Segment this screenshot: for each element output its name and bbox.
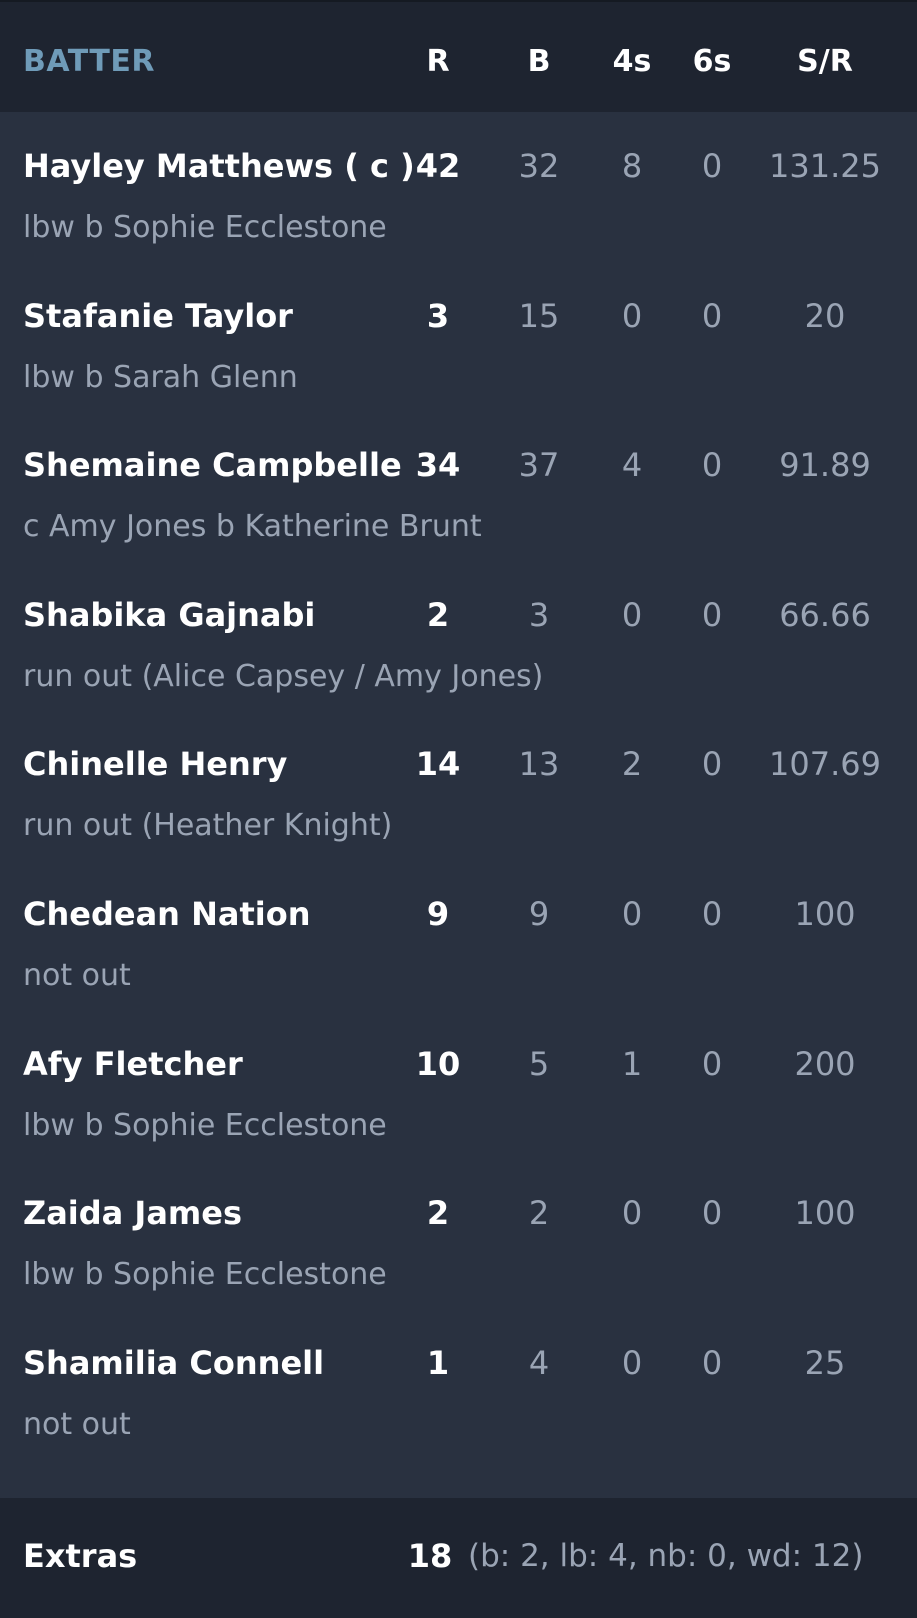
fours-column-header: 4s [612,44,652,79]
runs-value: 2 [426,1194,450,1233]
balls-value: 32 [518,147,560,185]
batter-name[interactable]: Chedean Nation [23,894,311,934]
runs-value: 42 [415,147,461,185]
extras-breakdown: (b: 2, lb: 4, nb: 0, wd: 12) [468,1538,864,1574]
runs-value: 3 [426,296,450,335]
dismissal-text: run out (Alice Capsey / Amy Jones) [23,658,544,694]
balls-value: 2 [528,1194,550,1233]
batter-column-header: BATTER [23,44,155,79]
batter-row[interactable]: Stafanie Taylor lbw b Sarah Glenn 3 15 0… [0,262,917,412]
balls-value: 4 [528,1343,550,1382]
dismissal-text: lbw b Sarah Glenn [23,359,298,395]
sixes-value: 0 [701,595,723,634]
balls-value: 13 [518,745,560,784]
balls-value: 3 [528,595,550,634]
sixes-value: 0 [701,1343,723,1382]
extras-row: Extras 18 (b: 2, lb: 4, nb: 0, wd: 12) [0,1498,917,1618]
extras-label: Extras [23,1537,138,1575]
batter-row[interactable]: Shabika Gajnabi run out (Alice Capsey / … [0,561,917,711]
balls-column-header: B [527,44,551,79]
sixes-value: 0 [701,1194,723,1233]
runs-value: 10 [415,1044,461,1083]
sixes-value: 0 [701,894,723,933]
fours-value: 8 [621,147,643,185]
batter-name[interactable]: Chinelle Henry [23,744,287,784]
runs-value: 9 [426,894,450,933]
strike-rate-value: 25 [804,1343,846,1382]
extras-total: 18 [407,1537,453,1575]
strike-rate-value: 66.66 [779,595,871,634]
strike-rate-column-header: S/R [797,44,853,79]
scorecard-header: BATTER R B 4s 6s S/R [0,0,917,112]
fours-value: 2 [621,745,643,784]
dismissal-text: lbw b Sophie Ecclestone [23,1257,387,1293]
runs-column-header: R [426,44,450,79]
runs-value: 2 [426,595,450,634]
balls-value: 5 [528,1044,550,1083]
batter-name[interactable]: Afy Fletcher [23,1044,243,1084]
balls-value: 37 [518,446,560,485]
batter-row[interactable]: Chinelle Henry run out (Heather Knight) … [0,710,917,860]
sixes-value: 0 [701,446,723,485]
fours-value: 4 [621,446,643,485]
fours-value: 0 [621,894,643,933]
batter-name[interactable]: Shemaine Campbelle [23,445,402,485]
dismissal-text: lbw b Sophie Ecclestone [23,1107,387,1143]
fours-value: 0 [621,1343,643,1382]
sixes-value: 0 [701,147,723,185]
strike-rate-value: 91.89 [779,446,871,485]
dismissal-text: not out [23,1406,131,1442]
strike-rate-value: 20 [804,296,846,335]
sixes-value: 0 [701,745,723,784]
balls-value: 9 [528,894,550,933]
batter-row[interactable]: Hayley Matthews ( c ) lbw b Sophie Eccle… [0,112,917,262]
batter-name[interactable]: Stafanie Taylor [23,296,293,336]
sixes-value: 0 [701,1044,723,1083]
sixes-value: 0 [701,296,723,335]
fours-value: 1 [621,1044,643,1083]
runs-value: 34 [415,446,461,485]
batter-row[interactable]: Afy Fletcher lbw b Sophie Ecclestone 10 … [0,1010,917,1160]
strike-rate-value: 107.69 [769,745,881,784]
batter-name[interactable]: Shabika Gajnabi [23,595,315,635]
batter-row[interactable]: Chedean Nation not out 9 9 0 0 100 [0,860,917,1010]
strike-rate-value: 131.25 [769,147,881,185]
batting-scorecard: BATTER R B 4s 6s S/R Hayley Matthews ( c… [0,0,917,1618]
dismissal-text: c Amy Jones b Katherine Brunt [23,509,482,545]
batter-list: Hayley Matthews ( c ) lbw b Sophie Eccle… [0,112,917,1498]
strike-rate-value: 200 [794,1044,856,1083]
batter-name[interactable]: Shamilia Connell [23,1343,324,1383]
runs-value: 1 [426,1343,450,1382]
balls-value: 15 [518,296,560,335]
runs-value: 14 [415,745,461,784]
fours-value: 0 [621,595,643,634]
fours-value: 0 [621,296,643,335]
sixes-column-header: 6s [692,44,732,79]
fours-value: 0 [621,1194,643,1233]
batter-name[interactable]: Hayley Matthews ( c ) [23,146,415,186]
batter-name[interactable]: Zaida James [23,1193,242,1233]
batter-row[interactable]: Zaida James lbw b Sophie Ecclestone 2 2 … [0,1159,917,1309]
strike-rate-value: 100 [794,1194,856,1233]
batter-row[interactable]: Shemaine Campbelle c Amy Jones b Katheri… [0,411,917,561]
batter-row[interactable]: Shamilia Connell not out 1 4 0 0 25 [0,1309,917,1459]
strike-rate-value: 100 [794,894,856,933]
dismissal-text: lbw b Sophie Ecclestone [23,210,387,245]
dismissal-text: not out [23,957,131,993]
dismissal-text: run out (Heather Knight) [23,808,393,844]
